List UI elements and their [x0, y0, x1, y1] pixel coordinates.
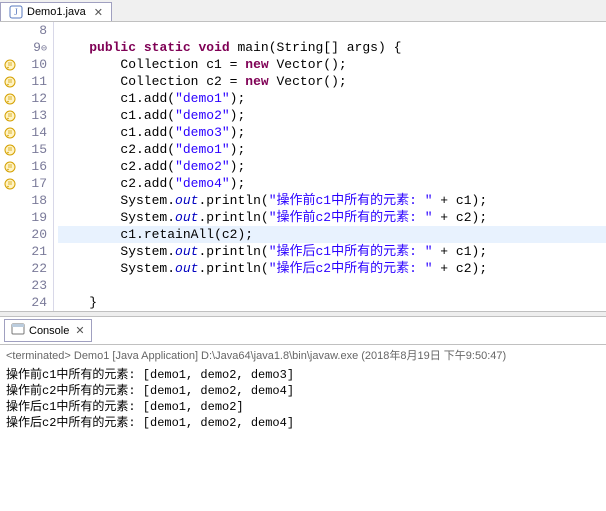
gutter-blank: [0, 294, 20, 311]
code-line: c2.add("demo2");: [58, 158, 606, 175]
warning-icon[interactable]: [0, 158, 20, 175]
line-number: 19: [20, 209, 47, 226]
editor-tab[interactable]: J Demo1.java ✕: [0, 2, 112, 21]
code-line: c2.add("demo1");: [58, 141, 606, 158]
line-number: 13: [20, 107, 47, 124]
gutter-blank: [0, 192, 20, 209]
line-number: 8: [20, 22, 47, 39]
code-line: System.out.println("操作前c1中所有的元素: " + c1)…: [58, 192, 606, 209]
console-output-line: 操作后c2中所有的元素: [demo1, demo2, demo4]: [6, 415, 600, 431]
warning-icon[interactable]: [0, 56, 20, 73]
code-line: c1.add("demo1");: [58, 90, 606, 107]
console-output-line: 操作前c2中所有的元素: [demo1, demo2, demo4]: [6, 383, 600, 399]
console-icon: [11, 322, 25, 339]
code-line: System.out.println("操作前c2中所有的元素: " + c2)…: [58, 209, 606, 226]
line-number: 20: [20, 226, 47, 243]
code-line: c1.add("demo2");: [58, 107, 606, 124]
code-editor[interactable]: 89⊖101112131415161718192021222324 public…: [0, 22, 606, 311]
gutter-icons: [0, 22, 20, 311]
console-tab[interactable]: Console ✕: [4, 319, 92, 342]
code-line: [58, 277, 606, 294]
warning-icon[interactable]: [0, 141, 20, 158]
code-area[interactable]: public static void main(String[] args) {…: [54, 22, 606, 311]
console-tab-label: Console: [29, 325, 69, 337]
code-line: c2.add("demo4");: [58, 175, 606, 192]
code-line: Collection c2 = new Vector();: [58, 73, 606, 90]
code-line: System.out.println("操作后c2中所有的元素: " + c2)…: [58, 260, 606, 277]
console-output[interactable]: 操作前c1中所有的元素: [demo1, demo2, demo3]操作前c2中…: [0, 365, 606, 433]
line-number: 24: [20, 294, 47, 311]
code-line: [58, 22, 606, 39]
line-number: 14: [20, 124, 47, 141]
code-line: public static void main(String[] args) {: [58, 39, 606, 56]
close-icon[interactable]: ✕: [75, 324, 84, 337]
line-number: 22: [20, 260, 47, 277]
line-number: 16: [20, 158, 47, 175]
editor-tab-label: Demo1.java: [27, 6, 86, 18]
svg-text:J: J: [14, 7, 18, 17]
gutter-blank: [0, 260, 20, 277]
code-line: System.out.println("操作后c1中所有的元素: " + c1)…: [58, 243, 606, 260]
console-tab-bar: Console ✕: [0, 317, 606, 345]
warning-icon[interactable]: [0, 107, 20, 124]
line-number: 23: [20, 277, 47, 294]
warning-icon[interactable]: [0, 124, 20, 141]
code-line: Collection c1 = new Vector();: [58, 56, 606, 73]
line-number-gutter: 89⊖101112131415161718192021222324: [20, 22, 54, 311]
console-terminated-line: <terminated> Demo1 [Java Application] D:…: [0, 345, 606, 365]
line-number: 12: [20, 90, 47, 107]
line-number: 10: [20, 56, 47, 73]
gutter-blank: [0, 22, 20, 39]
gutter-blank: [0, 277, 20, 294]
line-number: 18: [20, 192, 47, 209]
warning-icon[interactable]: [0, 90, 20, 107]
code-line: c1.add("demo3");: [58, 124, 606, 141]
line-number: 9⊖: [20, 39, 47, 56]
gutter-blank: [0, 209, 20, 226]
gutter-blank: [0, 226, 20, 243]
editor-tab-bar: J Demo1.java ✕: [0, 0, 606, 22]
warning-icon[interactable]: [0, 175, 20, 192]
code-line: }: [58, 294, 606, 311]
close-icon[interactable]: ✕: [94, 6, 103, 19]
warning-icon[interactable]: [0, 73, 20, 90]
line-number: 17: [20, 175, 47, 192]
java-file-icon: J: [9, 5, 23, 19]
gutter-blank: [0, 243, 20, 260]
code-line: c1.retainAll(c2);: [58, 226, 606, 243]
line-number: 21: [20, 243, 47, 260]
fold-icon[interactable]: ⊖: [41, 44, 47, 55]
line-number: 11: [20, 73, 47, 90]
line-number: 15: [20, 141, 47, 158]
gutter-blank: [0, 39, 20, 56]
console-output-line: 操作后c1中所有的元素: [demo1, demo2]: [6, 399, 600, 415]
console-output-line: 操作前c1中所有的元素: [demo1, demo2, demo3]: [6, 367, 600, 383]
